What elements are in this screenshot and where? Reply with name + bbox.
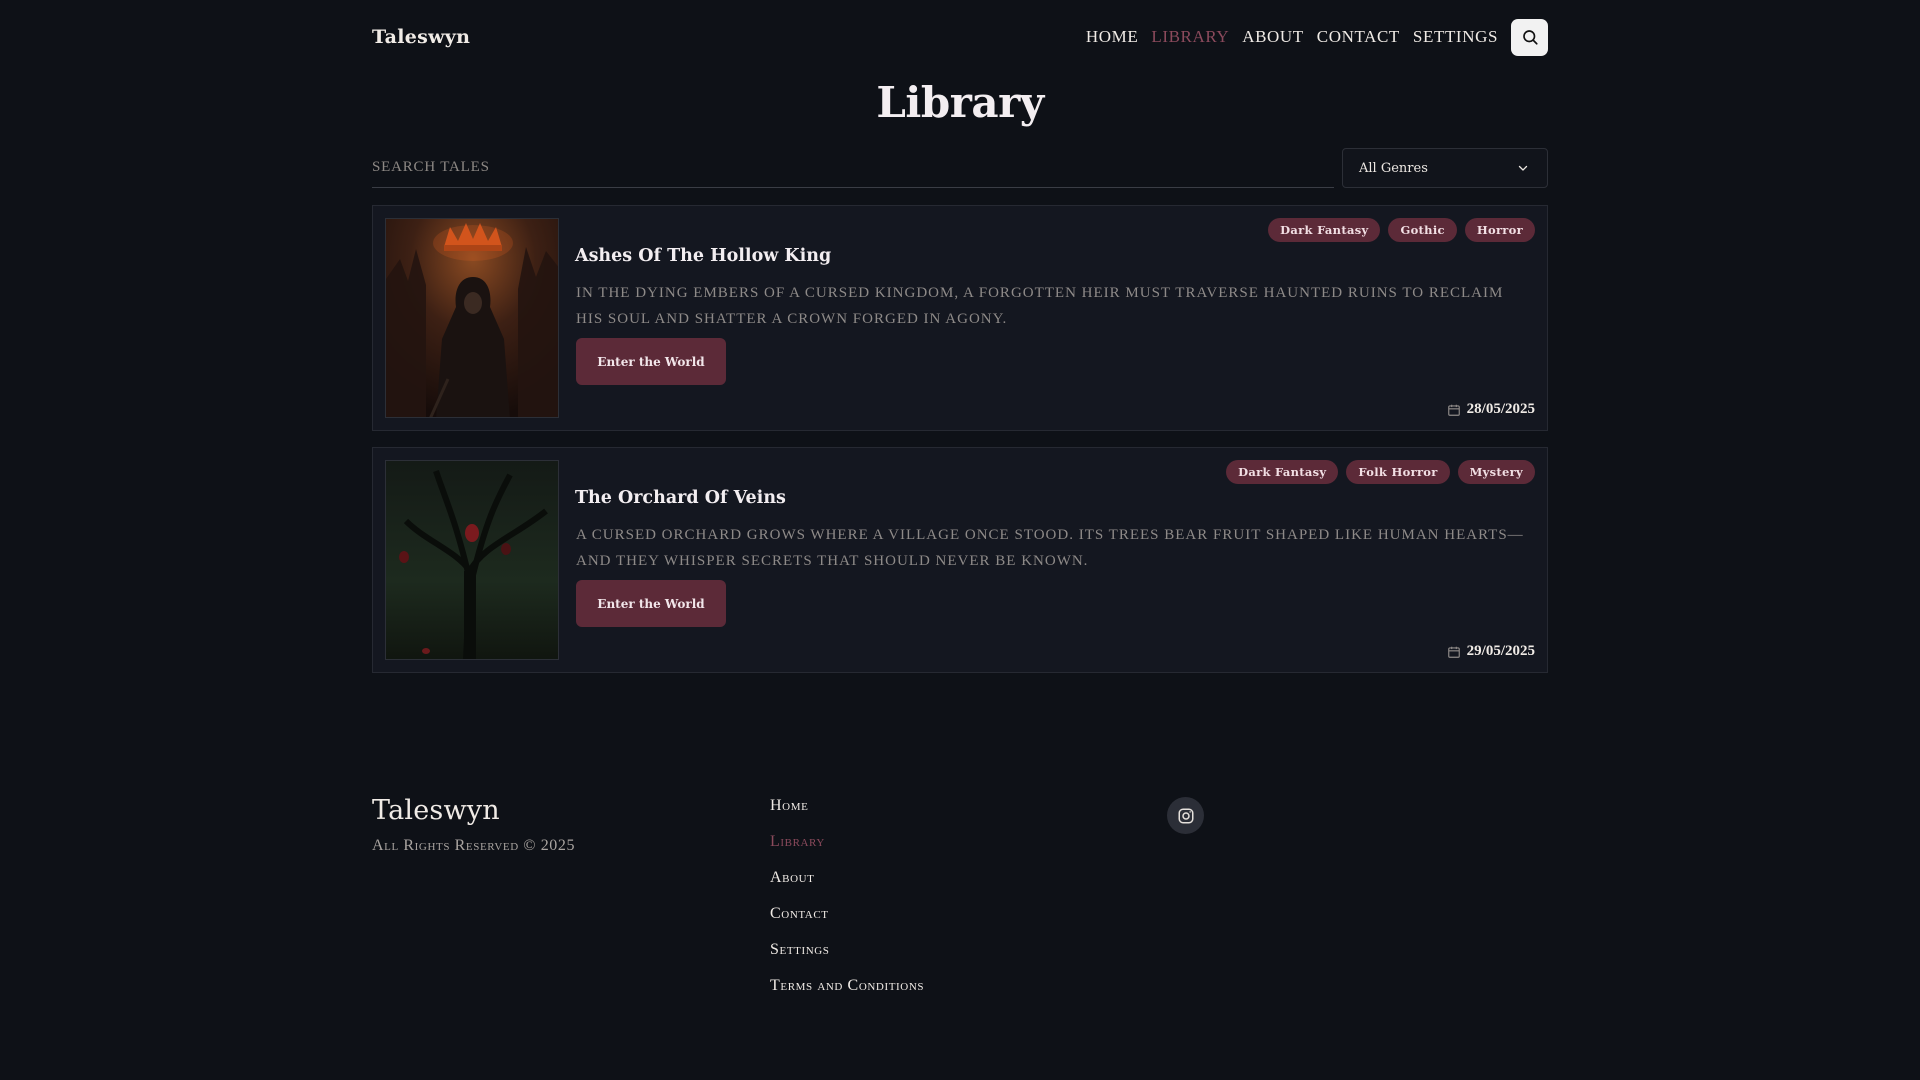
tale-card: Dark Fantasy Gothic Horror Ashes Of The …	[372, 205, 1548, 431]
page-title: Library	[876, 78, 1044, 127]
search-button[interactable]	[1511, 18, 1548, 56]
enter-world-button[interactable]: Enter the World	[576, 338, 726, 385]
calendar-icon	[1447, 646, 1460, 658]
tale-cover-image[interactable]	[385, 460, 559, 660]
genre-tag[interactable]: Gothic	[1388, 218, 1457, 242]
footer-link-about[interactable]: About	[770, 869, 924, 905]
footer-link-settings[interactable]: Settings	[770, 941, 924, 977]
footer-copyright: All Rights Reserved © 2025	[372, 837, 576, 854]
genre-select-value: All Genres	[1359, 160, 1428, 176]
footer-link-contact[interactable]: Contact	[770, 905, 924, 941]
tale-card: Dark Fantasy Folk Horror Mystery The Orc…	[372, 447, 1548, 673]
calendar-icon	[1447, 404, 1460, 416]
genre-tag[interactable]: Dark Fantasy	[1268, 218, 1381, 242]
nav-about[interactable]: ABOUT	[1242, 27, 1304, 47]
tag-list: Dark Fantasy Folk Horror Mystery	[1226, 460, 1535, 484]
tale-date: 29/05/2025	[1447, 643, 1535, 660]
tale-date: 28/05/2025	[1447, 401, 1535, 418]
footer-link-library[interactable]: Library	[770, 833, 924, 869]
site-header: Taleswyn HOME LIBRARY ABOUT CONTACT SETT…	[372, 0, 1548, 74]
tale-cover-image[interactable]	[385, 218, 559, 418]
tale-title[interactable]: Ashes Of The Hollow King	[575, 246, 831, 266]
footer-nav: Home Library About Contact Settings Term…	[770, 797, 924, 1013]
genre-tag[interactable]: Mystery	[1457, 460, 1535, 484]
nav-library[interactable]: LIBRARY	[1151, 27, 1229, 47]
tale-description: In the dying embers of a cursed kingdom,…	[576, 285, 1504, 327]
nav-home[interactable]: HOME	[1086, 27, 1138, 47]
tag-list: Dark Fantasy Gothic Horror	[1268, 218, 1535, 242]
instagram-icon	[1178, 808, 1193, 823]
nav-settings[interactable]: SETTINGS	[1413, 27, 1498, 47]
tale-date-text: 29/05/2025	[1466, 643, 1535, 659]
genre-tag[interactable]: Folk Horror	[1346, 460, 1450, 484]
tale-description: A cursed orchard grows where a village o…	[576, 527, 1524, 569]
genre-tag[interactable]: Horror	[1464, 218, 1535, 242]
footer-brand: Taleswyn	[372, 795, 500, 826]
main-nav: HOME LIBRARY ABOUT CONTACT SETTINGS	[1073, 18, 1548, 56]
filter-bar: All Genres	[372, 148, 1548, 188]
footer-link-home[interactable]: Home	[770, 797, 924, 833]
search-icon	[1522, 30, 1538, 45]
nav-contact[interactable]: CONTACT	[1317, 27, 1400, 47]
genre-tag[interactable]: Dark Fantasy	[1226, 460, 1339, 484]
instagram-button[interactable]	[1167, 797, 1204, 834]
tale-date-text: 28/05/2025	[1466, 401, 1535, 417]
genre-select[interactable]: All Genres	[1342, 148, 1548, 188]
footer-link-terms[interactable]: Terms and Conditions	[770, 977, 924, 1013]
enter-world-button[interactable]: Enter the World	[576, 580, 726, 627]
chevron-down-icon	[1518, 165, 1528, 171]
brand-logo[interactable]: Taleswyn	[372, 26, 470, 48]
search-input[interactable]	[372, 148, 1334, 188]
tale-title[interactable]: The Orchard Of Veins	[575, 488, 786, 508]
